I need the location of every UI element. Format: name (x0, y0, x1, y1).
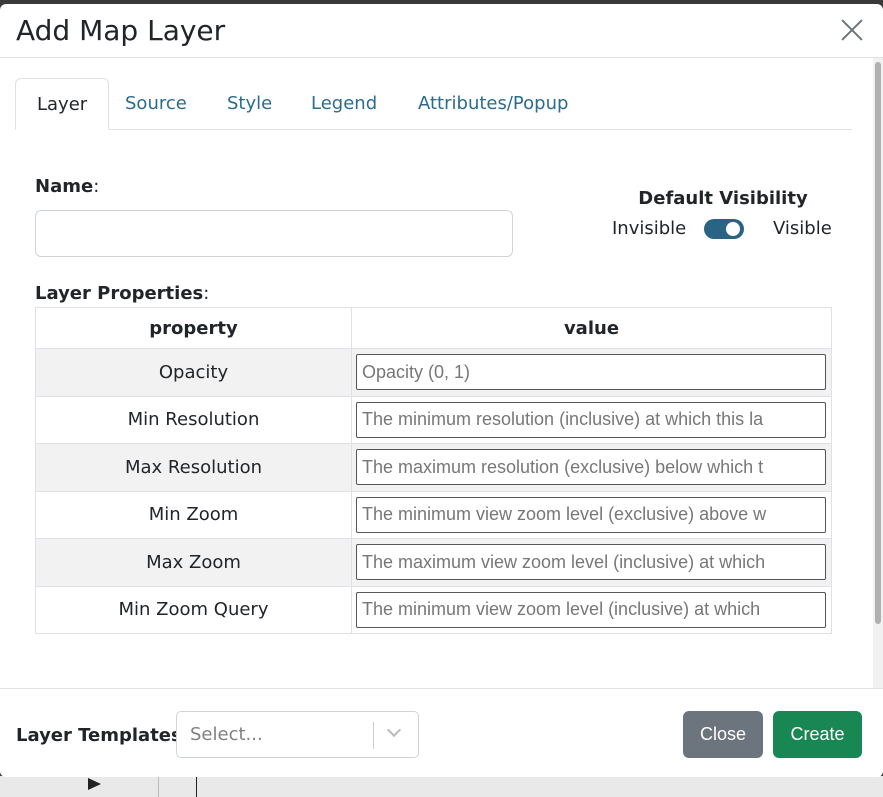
min-zoom-query-input[interactable] (356, 591, 826, 628)
invisible-label: Invisible (612, 218, 687, 239)
property-name: Max Zoom (35, 538, 352, 587)
scrollbar-thumb[interactable] (875, 62, 881, 624)
modal-footer: Layer Templates Select... Close Create (0, 688, 883, 777)
divider (158, 776, 159, 797)
tab-bar: Layer Source Style Legend Attributes/Pop… (15, 78, 852, 130)
property-name: Min Zoom (35, 490, 352, 539)
property-name: Min Zoom Query (35, 585, 352, 634)
layer-properties-table: property value Opacity Min Resolution Ma… (35, 307, 832, 634)
select-divider (373, 722, 374, 749)
scrollbar[interactable] (873, 58, 883, 690)
chevron-down-icon[interactable] (386, 722, 402, 738)
max-resolution-input[interactable] (356, 449, 826, 486)
modal-header: Add Map Layer (0, 4, 883, 58)
tab-legend[interactable]: Legend (290, 78, 398, 130)
property-name: Max Resolution (35, 443, 352, 492)
min-resolution-input[interactable] (356, 401, 826, 438)
name-label-suffix: : (93, 176, 100, 197)
name-input[interactable] (35, 210, 513, 257)
visibility-toggle[interactable] (704, 219, 744, 239)
layer-templates-label: Layer Templates (16, 725, 182, 746)
close-icon[interactable] (838, 16, 866, 44)
table-header-row: property value (35, 307, 832, 349)
select-placeholder: Select... (190, 724, 263, 745)
create-button[interactable]: Create (773, 711, 862, 758)
add-map-layer-dialog: Add Map Layer Layer Source Style Legend … (0, 4, 883, 777)
table-row: Opacity (35, 348, 832, 397)
column-header-property: property (35, 307, 352, 349)
toggle-knob (726, 222, 740, 236)
column-header-value: value (351, 307, 832, 349)
table-row: Min Zoom (35, 490, 832, 539)
layer-templates-select[interactable]: Select... (176, 711, 419, 758)
opacity-input[interactable] (356, 354, 826, 391)
table-row: Max Resolution (35, 443, 832, 492)
tab-layer[interactable]: Layer (15, 78, 110, 130)
background-toolbar (0, 776, 883, 797)
tab-style[interactable]: Style (206, 78, 293, 130)
layer-properties-label-suffix: : (203, 283, 210, 304)
default-visibility-title: Default Visibility (638, 188, 808, 209)
max-zoom-input[interactable] (356, 544, 826, 581)
table-row: Min Resolution (35, 395, 832, 444)
layer-properties-label-text: Layer Properties (35, 283, 204, 304)
divider (196, 776, 197, 797)
property-name: Opacity (35, 348, 352, 397)
min-zoom-input[interactable] (356, 496, 826, 533)
tab-attributes-popup[interactable]: Attributes/Popup (397, 78, 589, 130)
property-name: Min Resolution (35, 395, 352, 444)
name-label-text: Name (35, 176, 94, 197)
visible-label: Visible (773, 218, 832, 239)
close-button[interactable]: Close (683, 711, 763, 758)
tab-source[interactable]: Source (104, 78, 208, 130)
layer-properties-label: Layer Properties: (35, 283, 209, 304)
table-row: Min Zoom Query (35, 585, 832, 634)
play-icon (88, 778, 101, 790)
name-label: Name: (35, 176, 99, 197)
modal-title: Add Map Layer (16, 14, 226, 47)
default-visibility: Default Visibility Invisible Visible (612, 188, 834, 248)
table-row: Max Zoom (35, 538, 832, 587)
